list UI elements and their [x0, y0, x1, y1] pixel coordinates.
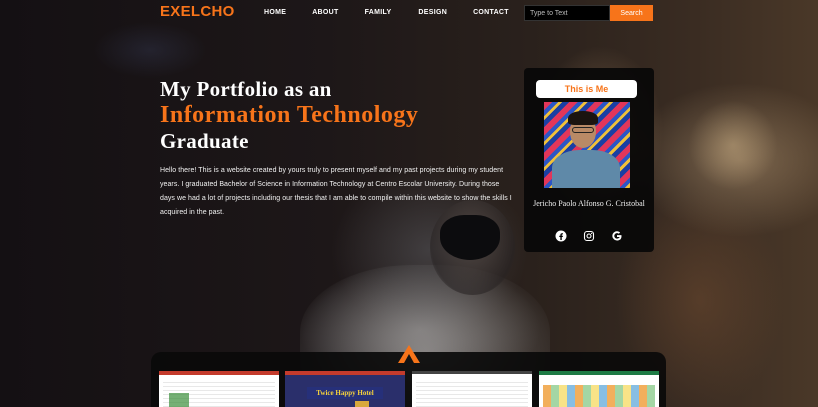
- thumbnail-titlebar: [412, 371, 532, 374]
- social-links: [524, 230, 654, 242]
- thumbnail-content: [543, 385, 655, 407]
- search-button[interactable]: Search: [610, 5, 653, 21]
- hero-title: My Portfolio as an Information Technolog…: [160, 76, 418, 154]
- hero-title-line1: My Portfolio as an: [160, 77, 332, 101]
- project-gallery: Twice Happy Hotel: [151, 345, 666, 407]
- profile-photo: [544, 102, 630, 188]
- scroll-up-icon[interactable]: [395, 340, 423, 368]
- photo-glasses: [572, 127, 594, 133]
- google-icon[interactable]: [611, 230, 623, 242]
- project-thumbnail-2[interactable]: Twice Happy Hotel: [285, 371, 405, 407]
- nav-item-home[interactable]: HOME: [264, 9, 286, 16]
- instagram-icon[interactable]: [583, 230, 595, 242]
- photo-hair: [568, 111, 598, 125]
- photo-body: [552, 150, 620, 188]
- background-face-mask: [440, 215, 500, 260]
- facebook-icon[interactable]: [555, 230, 567, 242]
- nav-item-design[interactable]: DESIGN: [418, 9, 447, 16]
- profile-card-label: This is Me: [536, 80, 637, 98]
- thumbnail-titlebar: [539, 371, 659, 375]
- nav-item-contact[interactable]: CONTACT: [473, 9, 509, 16]
- nav-menu: HOME ABOUT FAMILY DESIGN CONTACT: [264, 9, 509, 16]
- thumbnail-banner: Twice Happy Hotel: [307, 387, 383, 399]
- profile-card: This is Me Jericho Paolo Alfonso G. Cris…: [524, 68, 654, 252]
- hero-intro-text: Hello there! This is a website created b…: [160, 167, 512, 216]
- profile-name: Jericho Paolo Alfonso G. Cristobal: [533, 199, 645, 208]
- thumbnail-graphic: [355, 401, 369, 407]
- nav-item-family[interactable]: FAMILY: [365, 9, 392, 16]
- hero-title-line3: Graduate: [160, 129, 249, 153]
- search-input[interactable]: [524, 5, 610, 21]
- project-thumbnail-3[interactable]: [412, 371, 532, 407]
- background-lamp: [688, 100, 778, 190]
- project-thumbnail-1[interactable]: [159, 371, 279, 407]
- navbar: EXELCHO HOME ABOUT FAMILY DESIGN CONTACT…: [0, 0, 818, 26]
- thumbnail-titlebar: [159, 371, 279, 375]
- site-logo[interactable]: EXELCHO: [160, 3, 235, 20]
- thumbnail-titlebar: [285, 371, 405, 375]
- thumbnail-highlight: [169, 393, 189, 407]
- project-thumbnail-4[interactable]: [539, 371, 659, 407]
- hero-title-line2: Information Technology: [160, 102, 419, 128]
- thumbnail-content: [416, 381, 528, 407]
- nav-item-about[interactable]: ABOUT: [312, 9, 338, 16]
